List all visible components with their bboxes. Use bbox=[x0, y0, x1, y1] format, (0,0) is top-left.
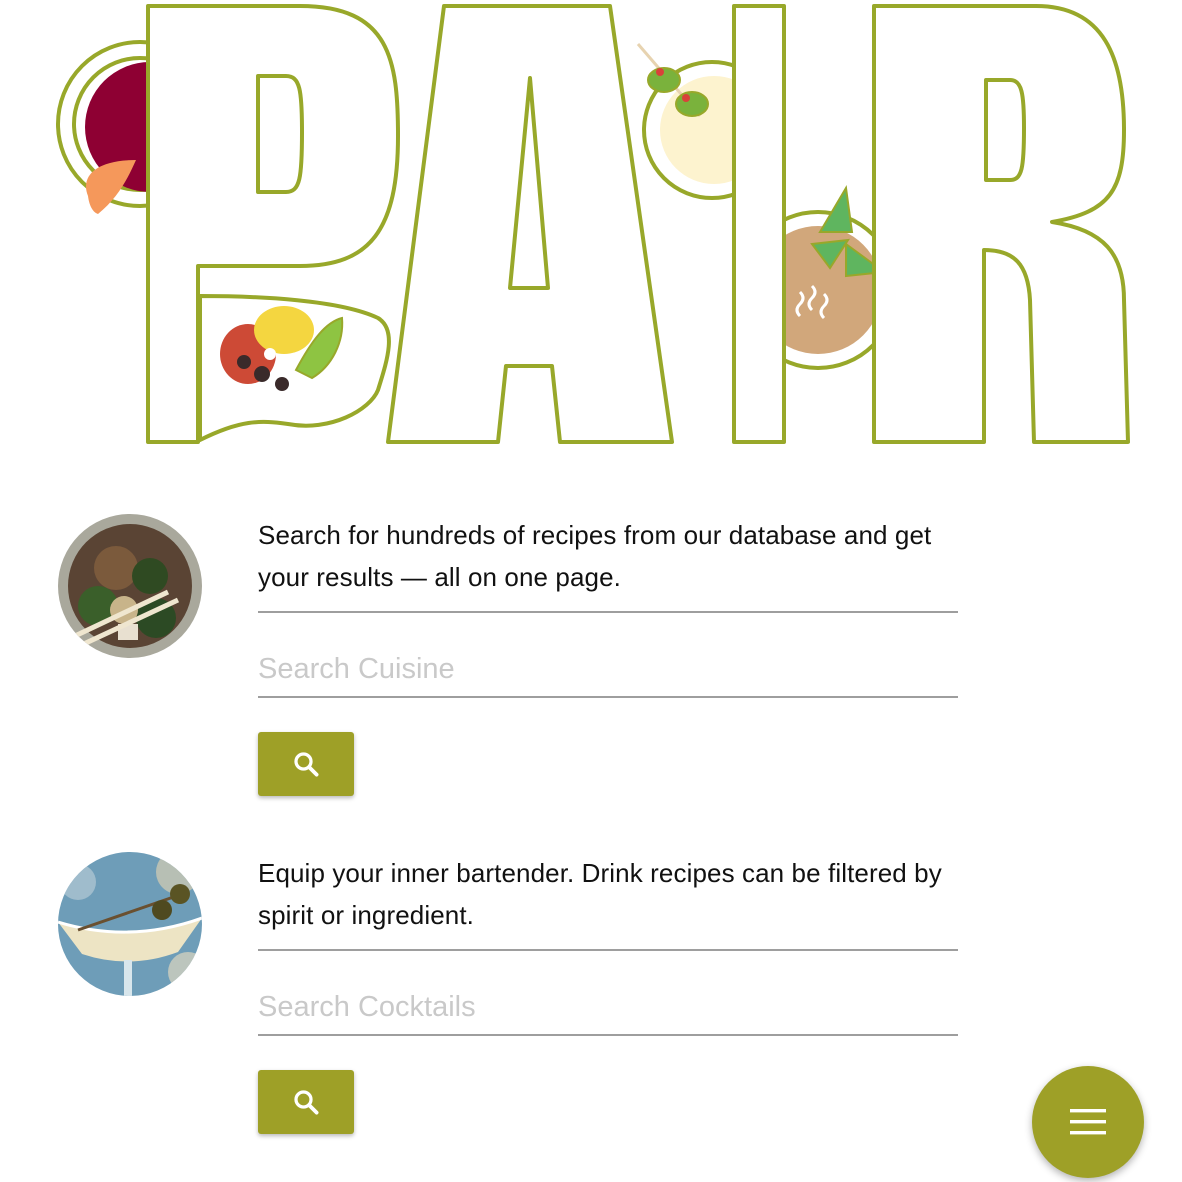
search-icon bbox=[294, 752, 319, 777]
search-cuisine-input[interactable] bbox=[258, 642, 958, 698]
menu-fab-button[interactable] bbox=[1032, 1066, 1144, 1178]
cuisine-description: Search for hundreds of recipes from our … bbox=[258, 520, 932, 592]
cocktail-divider bbox=[258, 949, 958, 951]
search-icon bbox=[294, 1090, 319, 1115]
search-cocktails-button[interactable] bbox=[258, 1070, 354, 1134]
pair-logo bbox=[56, 4, 1130, 444]
noodle-bowl-photo bbox=[58, 514, 202, 658]
cuisine-divider bbox=[258, 611, 958, 613]
search-cocktails-input[interactable] bbox=[258, 980, 958, 1036]
search-cuisine-button[interactable] bbox=[258, 732, 354, 796]
cocktail-description: Equip your inner bartender. Drink recipe… bbox=[258, 858, 942, 930]
menu-icon bbox=[1070, 1109, 1106, 1135]
cocktail-photo bbox=[58, 852, 202, 996]
